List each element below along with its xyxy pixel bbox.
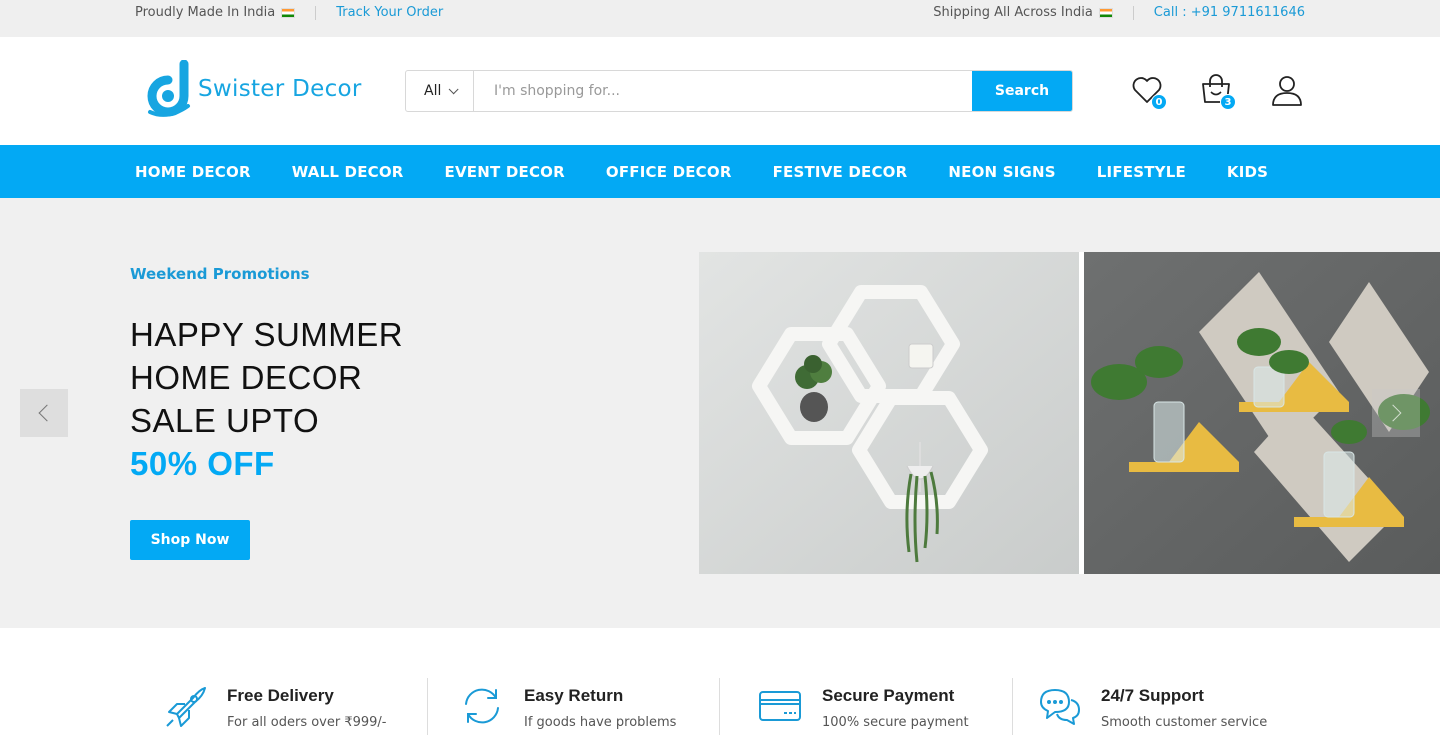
hero-headline: HAPPY SUMMER HOME DECOR SALE UPTO 50% OF… [130,313,403,485]
chevron-down-icon [449,83,459,94]
main-nav: HOME DECOR WALL DECOR EVENT DECOR OFFICE… [0,145,1440,198]
nav-item-lifestyle[interactable]: LIFESTYLE [1097,163,1186,181]
nav-item-event-decor[interactable]: EVENT DECOR [445,163,565,181]
india-flag-icon [1098,7,1113,18]
feature-title: Secure Payment [822,686,955,705]
rocket-icon [166,687,206,727]
account-button[interactable] [1271,74,1305,108]
feature-subtitle: If goods have problems [524,715,677,730]
feature-support: 24/7 Support Smooth customer service [1037,678,1267,730]
feature-subtitle: Smooth customer service [1101,715,1268,730]
headline-line-3: SALE UPTO [130,402,320,439]
logo-mark-icon [147,60,190,117]
chevron-right-icon [1384,404,1402,422]
feature-title: 24/7 Support [1101,686,1204,705]
nav-item-office-decor[interactable]: OFFICE DECOR [606,163,732,181]
top-bar: Proudly Made In India Track Your Order S… [0,0,1440,37]
divider [1012,678,1013,735]
slider-prev-button[interactable] [20,389,68,437]
track-order-link[interactable]: Track Your Order [336,5,443,20]
headline-line-1: HAPPY SUMMER [130,316,404,353]
wishlist-button[interactable]: 0 [1131,74,1167,110]
hero-slider: Weekend Promotions HAPPY SUMMER HOME DEC… [0,198,1440,628]
divider [1132,5,1134,20]
feature-free-delivery: Free Delivery For all oders over ₹999/- [163,678,387,730]
search-input[interactable] [474,71,972,111]
nav-item-neon-signs[interactable]: NEON SIGNS [948,163,1055,181]
nav-item-festive-decor[interactable]: FESTIVE DECOR [773,163,908,181]
nav-item-kids[interactable]: KIDS [1227,163,1268,181]
search-bar: All Search [405,70,1073,112]
chevron-left-icon [38,404,56,422]
divider [719,678,720,735]
cart-button[interactable]: 3 [1200,74,1236,110]
divider [427,678,428,735]
credit-card-icon [759,691,801,721]
category-value: All [424,83,442,99]
india-flag-icon [281,7,296,18]
headline-discount: 50% OFF [130,445,275,482]
refresh-icon [465,688,499,724]
feature-subtitle: 100% secure payment [822,715,969,730]
shop-now-button[interactable]: Shop Now [130,520,250,560]
promo-label: Weekend Promotions [130,265,310,283]
logo-text: Swister Decor [198,76,362,102]
search-button[interactable]: Search [972,71,1072,111]
feature-secure-payment: Secure Payment 100% secure payment [758,678,969,730]
user-icon [1272,76,1302,106]
nav-item-home-decor[interactable]: HOME DECOR [135,163,251,181]
category-select[interactable]: All [406,71,474,111]
slider-next-button[interactable] [1372,389,1420,437]
wishlist-count-badge: 0 [1151,94,1167,110]
chat-icon [1040,689,1080,725]
made-in-india-text: Proudly Made In India [135,5,276,20]
hero-product-image [699,252,1440,574]
shipping-text: Shipping All Across India [933,5,1093,20]
feature-title: Easy Return [524,686,624,705]
divider [315,5,317,20]
headline-line-2: HOME DECOR [130,359,363,396]
feature-subtitle: For all oders over ₹999/- [227,715,387,730]
call-link[interactable]: Call : +91 9711611646 [1154,5,1305,20]
feature-easy-return: Easy Return If goods have problems [460,678,676,730]
cart-count-badge: 3 [1220,94,1236,110]
nav-item-wall-decor[interactable]: WALL DECOR [292,163,404,181]
site-logo[interactable]: Swister Decor [144,60,362,118]
features-strip: Free Delivery For all oders over ₹999/- … [0,628,1440,735]
feature-title: Free Delivery [227,686,334,705]
